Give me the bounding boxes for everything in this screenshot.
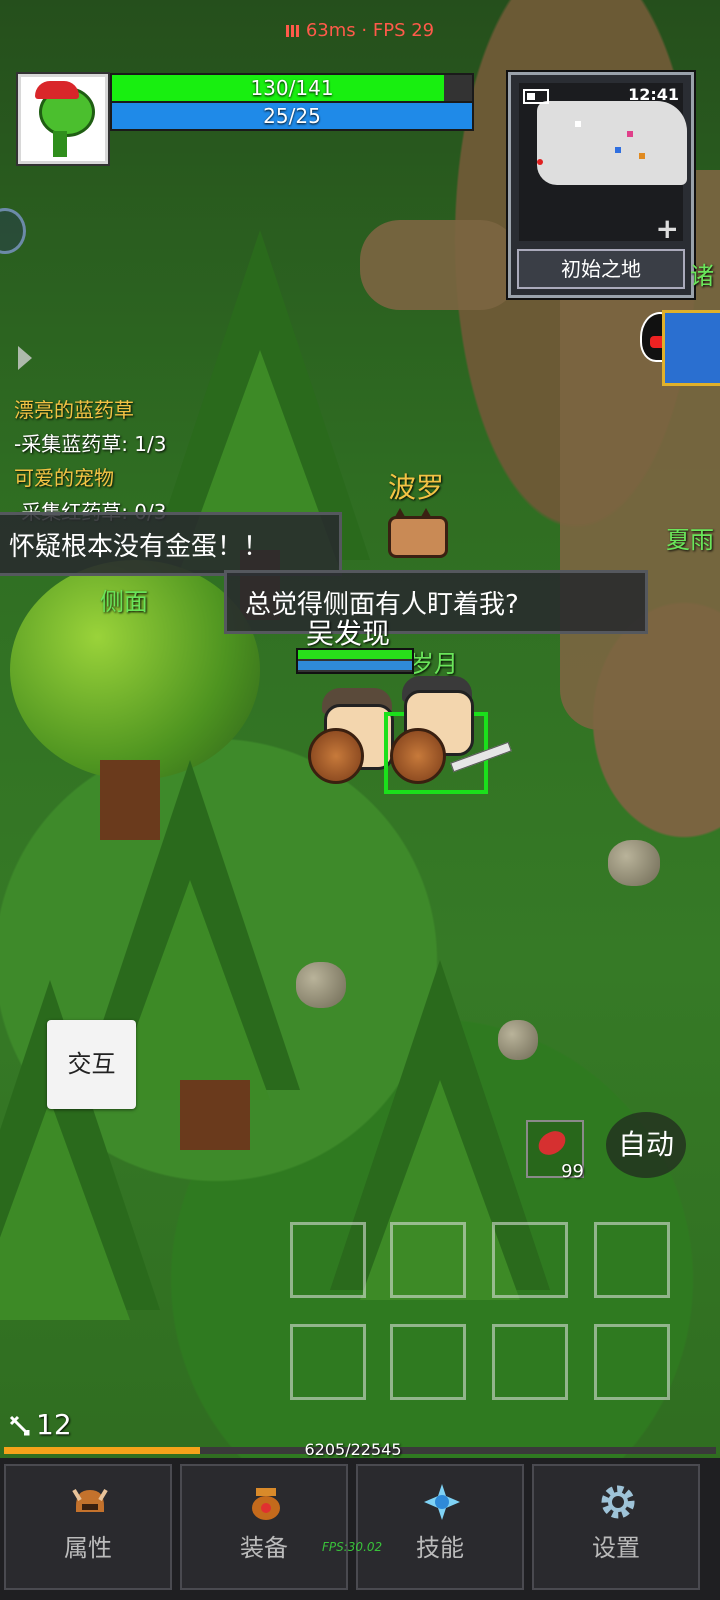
npc-marker: [639, 153, 645, 159]
pet-fox[interactable]: [388, 508, 454, 558]
skill-slot[interactable]: [492, 1222, 568, 1298]
rock: [608, 840, 660, 886]
skill-slot[interactable]: [594, 1324, 670, 1400]
quest-title[interactable]: 可爱的宠物: [14, 462, 114, 491]
player-avatar[interactable]: [18, 74, 108, 164]
skill-slot[interactable]: [290, 1324, 366, 1400]
hp-bar: 130/141: [110, 73, 474, 103]
mp-bar: 25/25: [110, 101, 474, 131]
npc-name-label: 侧面: [100, 588, 148, 616]
player-mini-mp: [298, 661, 412, 670]
tab-equipment[interactable]: 装备: [180, 1464, 348, 1590]
helmet-icon: [72, 1488, 108, 1512]
skill-slot[interactable]: [390, 1222, 466, 1298]
speech-bubble: 怀疑根本没有金蛋！！: [0, 512, 342, 576]
dirt-path: [360, 220, 520, 310]
player-mini-bars: [296, 648, 414, 674]
tree-trunk: [180, 1080, 250, 1150]
npc-marker: [615, 147, 621, 153]
npc-name-label: 夏雨: [666, 526, 714, 554]
shield: [390, 728, 446, 784]
level-value: 12: [36, 1408, 72, 1441]
pet-name-label: 波罗: [388, 471, 445, 504]
fps-value: FPS 29: [372, 20, 435, 41]
tab-label: 属性: [64, 1534, 112, 1562]
hp-text: 130/141: [250, 76, 334, 100]
tab-attributes[interactable]: 属性: [4, 1464, 172, 1590]
tab-label: 技能: [416, 1534, 464, 1562]
potion-quickslot[interactable]: 99: [526, 1120, 584, 1182]
level-icon: [9, 1415, 30, 1436]
player-level: 12: [8, 1408, 72, 1441]
fps-footer: FPS:30.02: [322, 1540, 383, 1554]
rock: [498, 1020, 538, 1060]
tab-label: 设置: [592, 1534, 640, 1562]
hat-icon: [35, 81, 79, 99]
rock: [296, 962, 346, 1008]
fox-body: [388, 516, 448, 558]
npc-marker: [575, 121, 581, 127]
player-name-label: 吴发现: [306, 617, 391, 650]
skill-slot[interactable]: [492, 1324, 568, 1400]
tab-settings[interactable]: 设置: [532, 1464, 700, 1590]
treasure-chest[interactable]: [662, 310, 720, 386]
location-name: 初始之地: [517, 249, 685, 289]
battery-icon: [523, 89, 549, 104]
quest-task: -采集蓝药草: 1/3: [14, 432, 167, 456]
skill-slot[interactable]: [390, 1324, 466, 1400]
mp-text: 25/25: [263, 104, 321, 128]
bag-icon: [252, 1488, 280, 1520]
exp-text: 6205/22545: [304, 1440, 402, 1459]
auto-battle-button[interactable]: 自动: [606, 1112, 686, 1178]
player-marker: [537, 159, 543, 165]
quest-title[interactable]: 漂亮的蓝药草: [14, 394, 134, 423]
tab-skills[interactable]: 技能: [356, 1464, 524, 1590]
minimap-area: [537, 101, 687, 185]
skill-slot[interactable]: [290, 1222, 366, 1298]
npc-name-label: 诸: [690, 262, 714, 290]
potion-count: 99: [561, 1161, 584, 1182]
pine-tree: [150, 230, 370, 570]
shield: [308, 728, 364, 784]
bottom-nav: 属性 装备 技能 设置: [0, 1458, 720, 1600]
partner-character[interactable]: [390, 676, 512, 786]
crystal-icon: [424, 1484, 460, 1520]
partner-name-label: 岁月: [410, 650, 458, 678]
skill-slot[interactable]: [594, 1222, 670, 1298]
clock: 12:41: [628, 85, 679, 104]
player-mini-hp: [298, 650, 412, 659]
network-status: 63ms · FPS 29: [0, 20, 720, 41]
speech-bubble: 总觉得侧面有人盯着我?: [224, 570, 648, 634]
plus-icon[interactable]: +: [656, 215, 679, 243]
meat-icon: [535, 1128, 569, 1158]
gear-icon: [601, 1485, 635, 1519]
ping-value: 63ms: [305, 20, 356, 41]
interact-button[interactable]: 交互: [47, 1020, 136, 1109]
expand-arrow-icon[interactable]: [18, 346, 32, 370]
stem-icon: [53, 131, 67, 157]
minimap[interactable]: 12:41 + 初始之地: [508, 72, 694, 298]
signal-icon: [285, 25, 300, 37]
npc-marker: [627, 131, 633, 137]
